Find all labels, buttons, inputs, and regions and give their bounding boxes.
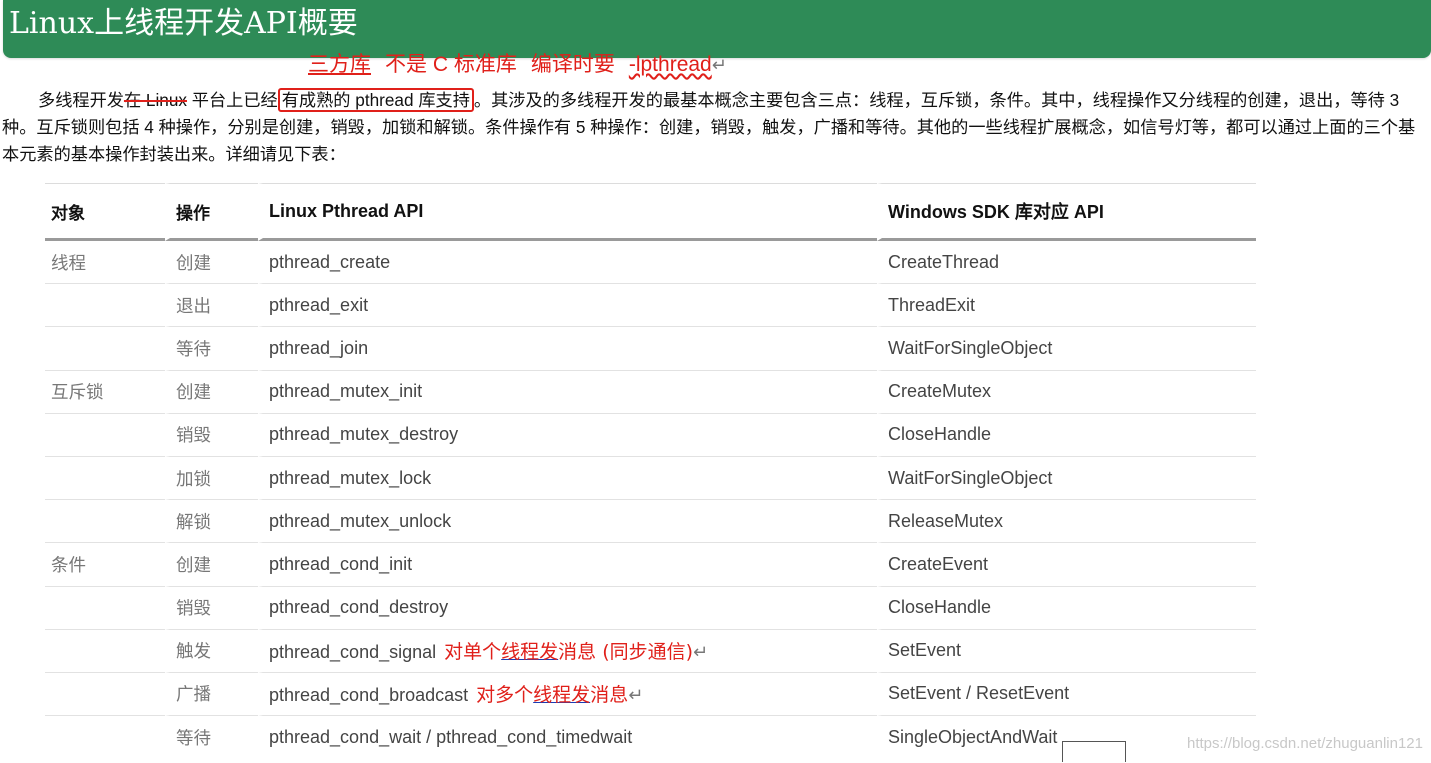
- para-boxed-highlight: 有成熟的 pthread 库支持: [277, 88, 474, 112]
- cell-operation: 等待: [165, 327, 258, 371]
- table-row: 销毁 pthread_cond_destroy CloseHandle: [45, 586, 1256, 630]
- cell-windows-api: CloseHandle: [877, 586, 1256, 630]
- cell-operation: 创建: [165, 543, 258, 587]
- cell-object: [45, 587, 165, 630]
- cell-linux-api: pthread_mutex_unlock: [258, 500, 877, 544]
- cell-object: 条件: [45, 543, 165, 587]
- cell-linux-api: pthread_exit: [258, 284, 877, 328]
- cell-operation: 广播: [165, 672, 258, 717]
- broadcast-note: 对多个线程发消息↵: [476, 684, 643, 706]
- table-row: 销毁 pthread_mutex_destroy CloseHandle: [45, 413, 1256, 457]
- watermark-url: https://blog.csdn.net/zhuguanlin121: [1186, 735, 1423, 752]
- table-row: 线程 创建 pthread_create CreateThread: [45, 241, 1256, 285]
- table-row: 解锁 pthread_mutex_unlock ReleaseMutex: [45, 500, 1256, 544]
- cell-windows-api: ReleaseMutex: [877, 500, 1256, 544]
- return-mark-icon: ↵: [628, 685, 644, 707]
- header-linux-api: Linux Pthread API: [258, 183, 877, 241]
- header-windows-api: Windows SDK 库对应 API: [877, 183, 1256, 241]
- cell-object: [45, 500, 165, 544]
- signal-note: 对单个线程发消息 (同步通信)↵: [444, 641, 708, 663]
- title-banner: Linux上线程开发API概要: [3, 0, 1431, 58]
- table-row: 退出 pthread_exit ThreadExit: [45, 284, 1256, 328]
- page-title: Linux上线程开发API概要: [9, 6, 358, 41]
- cell-object: [45, 630, 165, 673]
- cell-windows-api: SetEvent / ResetEvent: [877, 672, 1256, 717]
- cell-windows-api: WaitForSingleObject: [877, 456, 1256, 501]
- signal-note-post: 消息 (同步通信): [558, 641, 694, 664]
- signal-note-underlined: 线程发: [501, 641, 559, 664]
- cell-linux-api: pthread_join: [258, 327, 877, 371]
- cell-linux-api: pthread_cond_wait / pthread_cond_timedwa…: [258, 716, 877, 760]
- annotation-not-c-std: 不是 C 标准库: [385, 53, 517, 76]
- cell-windows-api: CreateMutex: [877, 370, 1256, 414]
- table-row: 加锁 pthread_mutex_lock WaitForSingleObjec…: [45, 456, 1256, 501]
- cell-linux-api: pthread_mutex_lock: [258, 456, 877, 501]
- cell-object: [45, 673, 165, 717]
- annotation-compile: 编译时要: [530, 53, 615, 76]
- cell-operation: 退出: [165, 284, 258, 328]
- broadcast-note-underlined: 线程发: [533, 684, 591, 707]
- cell-object: [45, 457, 165, 501]
- cell-operation: 销毁: [165, 413, 258, 457]
- table-row: 触发 pthread_cond_signal 对单个线程发消息 (同步通信)↵ S…: [45, 629, 1256, 673]
- cell-object: [45, 716, 165, 759]
- cell-windows-api: CloseHandle: [877, 413, 1256, 457]
- cell-object: [45, 327, 165, 371]
- cell-object: 线程: [45, 241, 165, 285]
- table-header-row: 对象 操作 Linux Pthread API Windows SDK 库对应 …: [45, 183, 1256, 241]
- cell-linux-api-with-note: pthread_cond_broadcast 对多个线程发消息↵: [258, 672, 877, 717]
- cell-linux-api: pthread_create: [258, 241, 877, 285]
- table-row: 条件 创建 pthread_cond_init CreateEvent: [45, 543, 1256, 587]
- cell-operation: 触发: [165, 629, 258, 673]
- cell-operation: 创建: [165, 370, 258, 414]
- cell-linux-api: pthread_cond_broadcast: [269, 685, 469, 706]
- cell-linux-api: pthread_cond_destroy: [258, 586, 877, 630]
- cell-linux-api: pthread_cond_signal: [269, 642, 437, 663]
- table-row: 广播 pthread_cond_broadcast 对多个线程发消息↵ SetEv…: [45, 672, 1256, 717]
- header-operation: 操作: [165, 183, 258, 241]
- cell-operation: 等待: [165, 716, 258, 760]
- cell-linux-api: pthread_mutex_init: [258, 370, 877, 414]
- cell-object: [45, 414, 165, 457]
- cell-windows-api: SetEvent: [877, 629, 1256, 673]
- broadcast-note-pre: 对多个: [476, 684, 534, 707]
- annotation-lpthread: -lpthread: [628, 53, 712, 76]
- cell-windows-api: CreateThread: [877, 241, 1256, 285]
- annotation-third-party: 三方库: [308, 53, 371, 76]
- document-page: Linux上线程开发API概要 三方库 不是 C 标准库 编译时要 -lpthread…: [0, 0, 1431, 763]
- cell-object: [45, 284, 165, 328]
- cell-windows-api: WaitForSingleObject: [877, 327, 1256, 371]
- cropped-box-edge: [1062, 741, 1126, 762]
- intro-paragraph: 多线程开发在 Linux 平台上已经 有成熟的 pthread 库支持 。其涉及的多…: [2, 87, 1426, 168]
- cell-linux-api-with-note: pthread_cond_signal 对单个线程发消息 (同步通信)↵: [258, 629, 877, 673]
- return-mark-icon: ↵: [693, 642, 709, 664]
- cell-linux-api: pthread_mutex_destroy: [258, 413, 877, 457]
- cell-operation: 加锁: [165, 456, 258, 501]
- api-table: 对象 操作 Linux Pthread API Windows SDK 库对应 …: [45, 183, 1256, 760]
- para-middle: 平台上已经: [187, 90, 278, 110]
- cell-operation: 销毁: [165, 586, 258, 630]
- table-row: 等待 pthread_join WaitForSingleObject: [45, 327, 1256, 371]
- cell-windows-api: CreateEvent: [877, 543, 1256, 587]
- return-mark-icon: ↵: [711, 55, 727, 75]
- table-row: 互斥锁 创建 pthread_mutex_init CreateMutex: [45, 370, 1256, 414]
- cell-linux-api: pthread_cond_init: [258, 543, 877, 587]
- para-strikethrough: 在 Linux: [123, 90, 188, 110]
- broadcast-note-post: 消息: [590, 684, 629, 707]
- cell-windows-api: ThreadExit: [877, 284, 1256, 328]
- signal-note-pre: 对单个: [444, 641, 502, 664]
- red-annotation: 三方库 不是 C 标准库 编译时要 -lpthread↵: [308, 52, 727, 78]
- cell-object: 互斥锁: [45, 371, 165, 414]
- cell-operation: 解锁: [165, 500, 258, 544]
- header-object: 对象: [45, 183, 165, 241]
- cell-operation: 创建: [165, 241, 258, 285]
- para-start: 多线程开发: [38, 90, 124, 110]
